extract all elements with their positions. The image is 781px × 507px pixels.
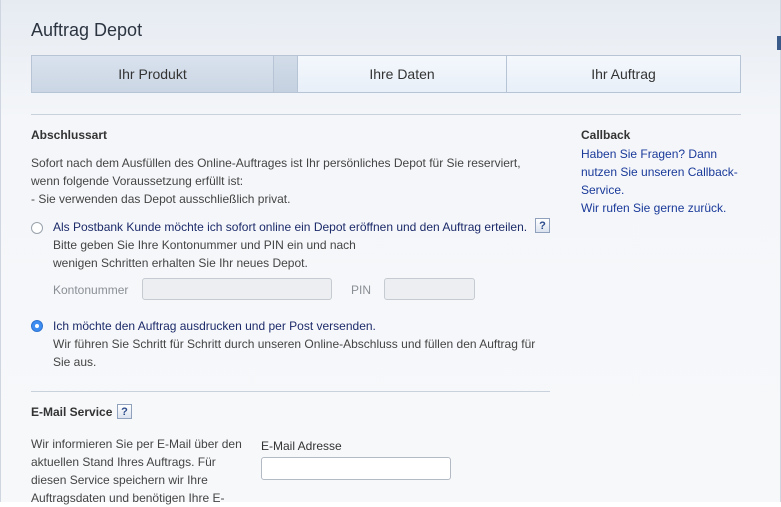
email-desc-3: diesen Service speichern wir Ihre [31,473,208,487]
callback-heading: Callback [581,128,631,142]
tab-ihr-auftrag[interactable]: Ihr Auftrag [507,56,740,92]
intro-line-3: - Sie verwenden das Depot ausschließlich… [31,192,291,206]
email-input[interactable] [261,457,451,480]
help-icon[interactable]: ? [535,218,550,233]
divider-middle [31,391,550,392]
page-title: Auftrag Depot [31,20,143,40]
email-desc-2: aktuellen Stand Ihres Auftrags. Für [31,455,216,469]
section-heading-abschlussart: Abschlussart [31,128,108,142]
option-print-desc-2: Sie aus. [53,355,97,369]
email-service-heading: E-Mail Service [31,405,113,419]
pin-label: PIN [351,283,372,297]
option-online-desc-1: Bitte geben Sie Ihre Kontonummer und PIN… [53,238,356,252]
scrollbar-marker[interactable] [777,36,781,50]
step-tabs: Ihr Produkt Ihre Daten Ihr Auftrag [31,55,741,93]
email-desc-4: Auftragsdaten und benötigen Ihre E- [31,491,225,505]
option-online-desc-2: wenigen Schritten erhalten Sie Ihr neues… [53,256,308,270]
email-help-icon[interactable]: ? [117,404,132,419]
callback-line-1[interactable]: Haben Sie Fragen? Dann [581,145,717,163]
tab-ihr-produkt[interactable]: Ihr Produkt [32,56,274,92]
account-number-label: Kontonummer [53,283,129,297]
intro-line-2: wenn folgende Voraussetzung erfüllt ist: [31,174,244,188]
callback-line-2[interactable]: nutzen Sie unseren Callback- [581,163,738,181]
pin-input[interactable] [384,278,475,300]
account-number-input[interactable] [142,278,332,300]
option-print-desc-1: Wir führen Sie Schritt für Schritt durch… [53,337,536,351]
callback-line-3[interactable]: Service. [581,181,624,199]
option-print-label[interactable]: Ich möchte den Auftrag ausdrucken und pe… [53,317,376,335]
tab-ihre-daten[interactable]: Ihre Daten [298,56,507,92]
tab-separator [274,56,298,92]
email-field-label: E-Mail Adresse [261,439,342,453]
option-online-label[interactable]: Als Postbank Kunde möchte ich sofort onl… [53,218,527,236]
radio-online-depot[interactable] [31,222,43,234]
intro-line-1: Sofort nach dem Ausfüllen des Online-Auf… [31,156,521,170]
email-desc-1: Wir informieren Sie per E-Mail über den [31,437,242,451]
divider-top [31,114,741,115]
radio-print-post[interactable] [31,320,43,332]
callback-line-4[interactable]: Wir rufen Sie gerne zurück. [581,199,726,217]
